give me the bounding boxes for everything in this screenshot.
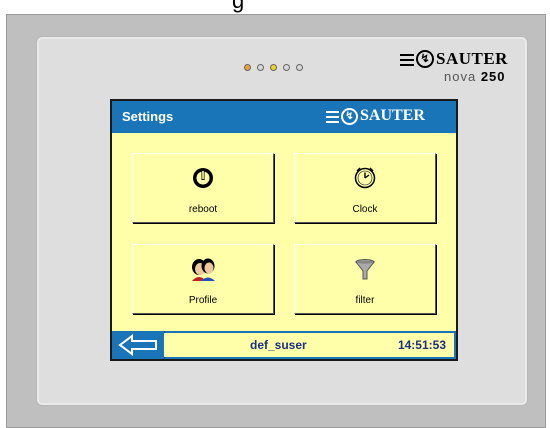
reboot-label: reboot [188,204,218,215]
device-brand-name: SAUTER [436,49,508,68]
model-prefix: nova [444,69,477,84]
brand-lines-icon [326,111,339,126]
filter-label: filter [355,295,375,306]
current-user: def_suser [250,338,307,352]
back-button[interactable] [112,331,165,359]
led-3 [270,64,277,71]
current-time: 14:51:53 [397,338,446,352]
screen-brand-logo: ↯ SAUTER [326,106,446,128]
back-arrow-icon [118,334,157,356]
clock-button[interactable]: Clock [294,153,436,223]
device-model: nova 250 [444,69,506,84]
device-brand-logo: ↯ SAUTER nova 250 [400,48,520,88]
title-bar: Settings ↯ SAUTER [112,101,456,133]
clock-icon [353,166,377,195]
model-number: 250 [480,69,506,84]
brand-circle-icon: ↯ [341,108,358,125]
page-title: Settings [122,109,174,124]
profile-icon [188,257,218,288]
clock-label: Clock [352,204,378,215]
status-bar: def_suser 14:51:53 [112,331,456,359]
led-2 [257,64,264,71]
screen-brand-name: SAUTER [360,107,425,124]
brand-circle-icon: ↯ [416,50,434,68]
status-field: def_suser 14:51:53 [164,333,454,357]
filter-button[interactable]: filter [294,244,436,314]
power-icon [191,166,215,195]
top-cropped-text: g [232,0,245,13]
led-4 [283,64,290,71]
led-1 [244,64,251,71]
touch-screen: Settings ↯ SAUTER reboot Clock Profile f… [110,99,458,361]
status-leds [244,64,303,71]
profile-button[interactable]: Profile [132,244,274,314]
profile-label: Profile [188,295,218,306]
filter-icon [353,257,377,286]
reboot-button[interactable]: reboot [132,153,274,223]
led-5 [296,64,303,71]
brand-lines-icon [400,54,414,69]
